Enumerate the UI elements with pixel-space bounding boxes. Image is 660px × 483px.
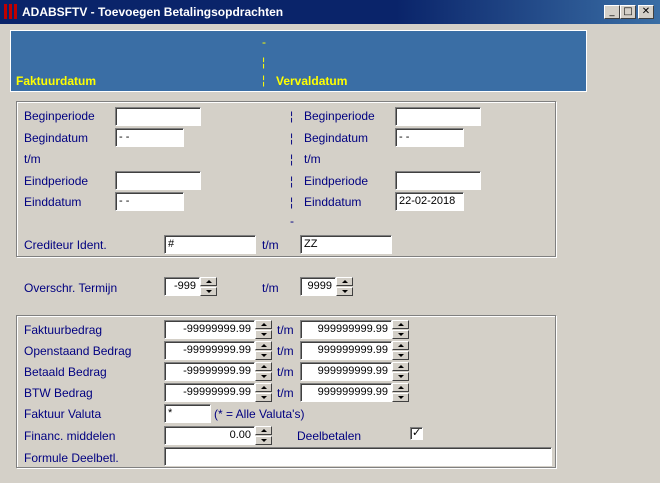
- right-begindatum-label: Begindatum: [304, 131, 369, 145]
- faktuurbedrag-from-input[interactable]: -99999999.99: [164, 320, 255, 339]
- close-button[interactable]: ✕: [638, 5, 654, 19]
- left-begindatum-input[interactable]: - -: [115, 128, 184, 147]
- termijn-tm-label: t/m: [262, 281, 279, 295]
- btw-bedrag-from-spinner[interactable]: [255, 383, 272, 402]
- column-separator: ¦: [290, 109, 294, 123]
- left-begindatum-label: Begindatum: [24, 131, 89, 145]
- btw-bedrag-to-input[interactable]: 999999999.99: [300, 383, 392, 402]
- header-divider-1: ¦: [262, 55, 266, 69]
- title-bar[interactable]: ADABSFTV - Toevoegen Betalingsopdrachten…: [0, 0, 660, 24]
- termijn-from-input[interactable]: -999: [164, 277, 200, 296]
- left-beginperiode-label: Beginperiode: [24, 109, 95, 123]
- left-einddatum-label: Einddatum: [24, 195, 82, 209]
- faktuurbedrag-from-spinner[interactable]: [255, 320, 272, 339]
- btw-bedrag-tm-label: t/m: [277, 386, 294, 400]
- btw-bedrag-from-input[interactable]: -99999999.99: [164, 383, 255, 402]
- financ-middelen-spinner[interactable]: [255, 426, 272, 445]
- app-icon[interactable]: [4, 4, 17, 19]
- faktuur-valuta-input[interactable]: *: [164, 404, 211, 423]
- left-eindperiode-label: Eindperiode: [24, 174, 89, 188]
- left-eindperiode-input[interactable]: [115, 171, 201, 190]
- financ-middelen-input[interactable]: 0.00: [164, 426, 255, 445]
- faktuurbedrag-tm-label: t/m: [277, 323, 294, 337]
- right-beginperiode-label: Beginperiode: [304, 109, 375, 123]
- crediteur-tm-label: t/m: [262, 238, 279, 252]
- maximize-button[interactable]: □: [620, 5, 636, 19]
- right-beginperiode-input[interactable]: [395, 107, 481, 126]
- header-dash-top: -: [262, 35, 266, 49]
- betaald-bedrag-to-spinner[interactable]: [392, 362, 409, 381]
- header-faktuurdatum: Faktuurdatum: [16, 74, 97, 88]
- right-eindperiode-label: Eindperiode: [304, 174, 369, 188]
- faktuurbedrag-to-input[interactable]: 999999999.99: [300, 320, 392, 339]
- betaald-bedrag-to-input[interactable]: 999999999.99: [300, 362, 392, 381]
- btw-bedrag-to-spinner[interactable]: [392, 383, 409, 402]
- left-tm-label: t/m: [24, 152, 41, 166]
- right-einddatum-input[interactable]: 22-02-2018: [395, 192, 464, 211]
- column-separator: ¦: [290, 195, 294, 209]
- deelbetalen-checkbox[interactable]: ✓: [410, 426, 423, 440]
- termijn-to-input[interactable]: 9999: [300, 277, 336, 296]
- right-eindperiode-input[interactable]: [395, 171, 481, 190]
- column-separator: ¦: [290, 131, 294, 145]
- openstaand-bedrag-to-input[interactable]: 999999999.99: [300, 341, 392, 360]
- financ-middelen-label: Financ. middelen: [24, 429, 116, 443]
- openstaand-bedrag-tm-label: t/m: [277, 344, 294, 358]
- betaald-bedrag-from-input[interactable]: -99999999.99: [164, 362, 255, 381]
- faktuurbedrag-label: Faktuurbedrag: [24, 323, 103, 337]
- termijn-from-spinner[interactable]: [200, 277, 217, 296]
- betaald-bedrag-label: Betaald Bedrag: [24, 365, 107, 379]
- faktuur-valuta-label: Faktuur Valuta: [24, 407, 102, 421]
- openstaand-bedrag-from-spinner[interactable]: [255, 341, 272, 360]
- termijn-to-spinner[interactable]: [336, 277, 353, 296]
- betaald-bedrag-tm-label: t/m: [277, 365, 294, 379]
- openstaand-bedrag-from-input[interactable]: -99999999.99: [164, 341, 255, 360]
- column-dash: -: [290, 214, 294, 228]
- left-beginperiode-input[interactable]: [115, 107, 201, 126]
- right-einddatum-label: Einddatum: [304, 195, 362, 209]
- check-icon: ✓: [412, 426, 422, 439]
- column-separator: ¦: [290, 152, 294, 166]
- window-title: ADABSFTV - Toevoegen Betalingsopdrachten: [22, 5, 284, 19]
- crediteur-from-input[interactable]: #: [164, 235, 256, 254]
- deelbetalen-label: Deelbetalen: [297, 429, 362, 443]
- openstaand-bedrag-to-spinner[interactable]: [392, 341, 409, 360]
- openstaand-bedrag-label: Openstaand Bedrag: [24, 344, 132, 358]
- right-tm-label: t/m: [304, 152, 321, 166]
- formule-deelbetl-label: Formule Deelbetl.: [24, 451, 119, 465]
- left-einddatum-input[interactable]: - -: [115, 192, 184, 211]
- valuta-hint: (* = Alle Valuta's): [214, 407, 305, 421]
- formule-deelbetl-input[interactable]: [164, 447, 552, 466]
- crediteur-label: Crediteur Ident.: [24, 238, 107, 252]
- btw-bedrag-label: BTW Bedrag: [24, 386, 93, 400]
- minimize-button[interactable]: _: [604, 5, 620, 19]
- header-vervaldatum: Vervaldatum: [276, 74, 348, 88]
- crediteur-to-input[interactable]: ZZ: [300, 235, 392, 254]
- faktuurbedrag-to-spinner[interactable]: [392, 320, 409, 339]
- right-begindatum-input[interactable]: - -: [395, 128, 464, 147]
- betaald-bedrag-from-spinner[interactable]: [255, 362, 272, 381]
- termijn-label: Overschr. Termijn: [24, 281, 118, 295]
- header-divider-2: ¦: [262, 73, 266, 87]
- column-separator: ¦: [290, 174, 294, 188]
